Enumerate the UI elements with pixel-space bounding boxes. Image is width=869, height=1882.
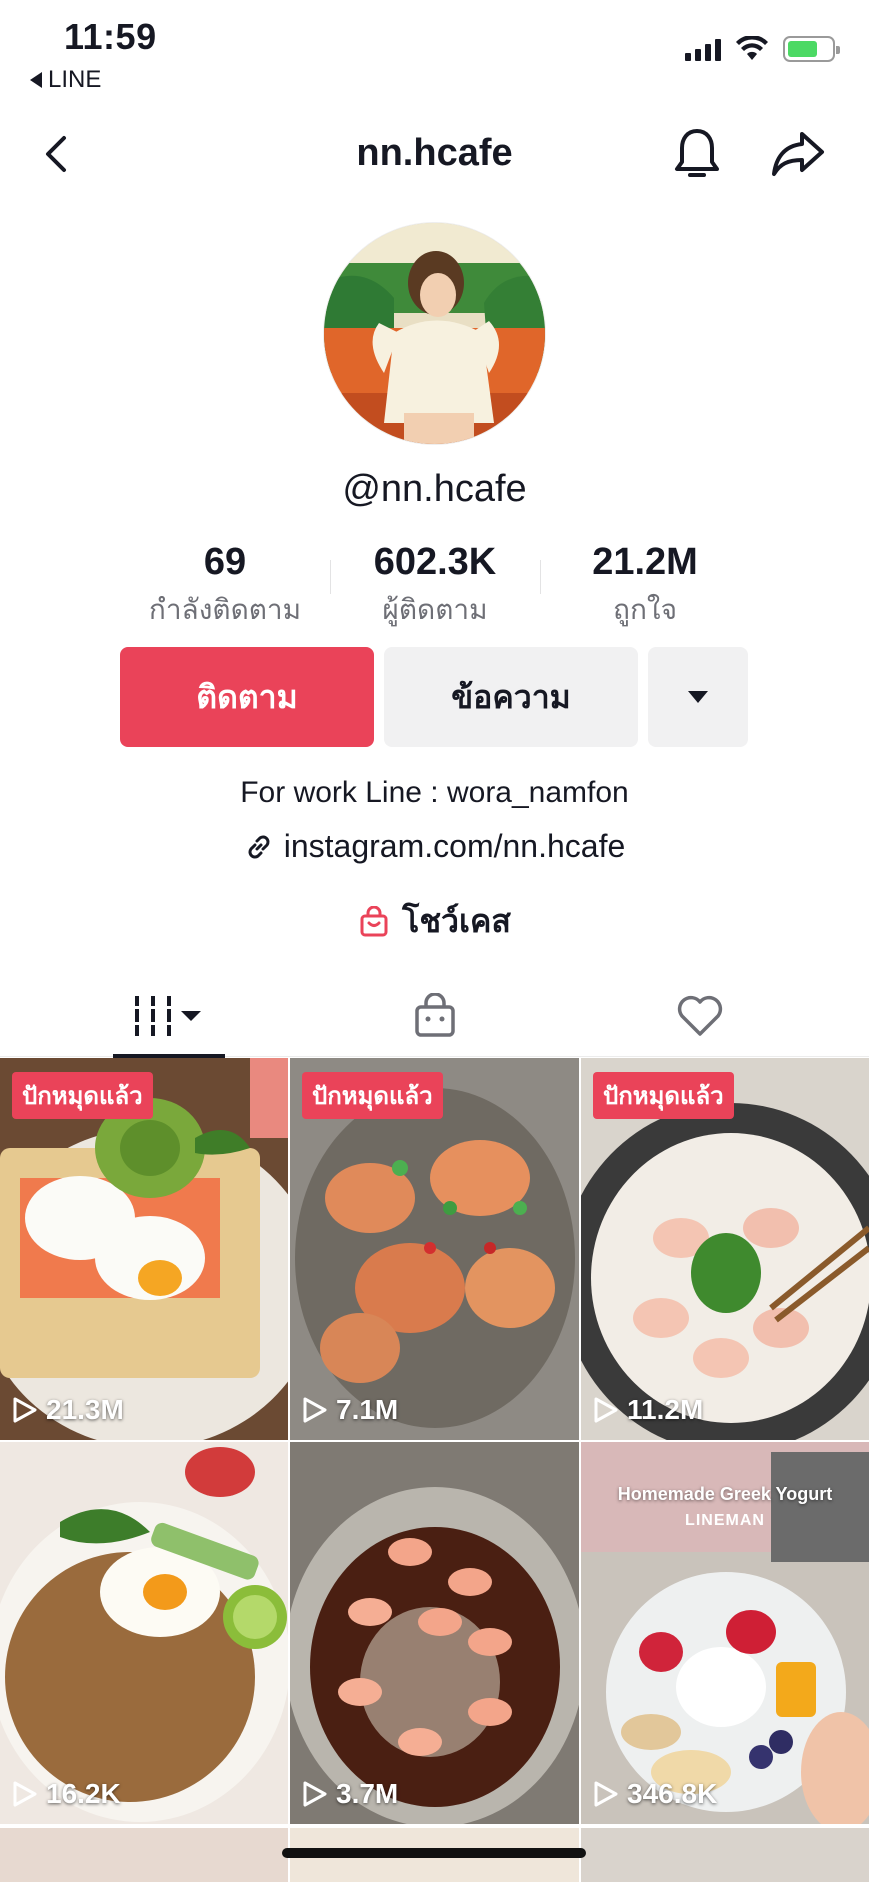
profile-link-text: instagram.com/nn.hcafe: [283, 828, 626, 864]
view-count-text: 7.1M: [336, 1394, 399, 1425]
showcase-label: โชว์เคส: [402, 903, 511, 939]
follow-button[interactable]: ติดตาม: [120, 647, 374, 747]
view-count-text: 11.2M: [627, 1394, 704, 1425]
view-count: 346.8K: [593, 1778, 717, 1810]
video-grid: ปักหมุดแล้ว 21.3M ปักหมุดแล้ว 7.1M ปักหม…: [0, 1058, 869, 1824]
stat-followers-label: ผู้ติดตาม: [382, 593, 488, 625]
thumbnail-image: [290, 1442, 579, 1824]
video-thumbnail[interactable]: [581, 1828, 869, 1882]
back-to-app-link[interactable]: LINE: [30, 66, 101, 94]
profile-stats: 69 กำลังติดตาม 602.3K ผู้ติดตาม 21.2M ถู…: [120, 540, 750, 630]
bell-icon[interactable]: [672, 126, 722, 182]
battery-charging-icon: [783, 36, 840, 62]
profile-nav-bar: nn.hcafe: [0, 110, 869, 200]
avatar[interactable]: [323, 222, 546, 445]
share-arrow-icon[interactable]: [770, 128, 826, 180]
video-thumbnail[interactable]: 3.7M: [290, 1442, 579, 1824]
video-thumbnail[interactable]: [0, 1828, 288, 1882]
pinned-badge: ปักหมุดแล้ว: [12, 1072, 153, 1119]
view-count-text: 346.8K: [627, 1778, 718, 1809]
profile-actions: ติดตาม ข้อความ: [120, 647, 748, 747]
link-icon: [248, 835, 270, 858]
status-bar: 11:59 LINE: [0, 0, 869, 100]
profile-link[interactable]: instagram.com/nn.hcafe: [0, 828, 869, 865]
heart-icon: [677, 995, 723, 1036]
view-count: 3.7M: [302, 1778, 398, 1810]
username-handle: @nn.hcafe: [342, 468, 527, 510]
shopping-bag-icon: [360, 905, 388, 936]
view-count: 16.2K: [12, 1778, 121, 1810]
showcase-link[interactable]: โชว์เคส: [0, 896, 869, 947]
grid-icon: [133, 996, 201, 1036]
play-icon: [594, 1397, 618, 1423]
stat-likes-value: 21.2M: [592, 541, 698, 583]
stat-followers-value: 602.3K: [373, 541, 497, 583]
thumbnail-caption: Homemade Greek Yogurt: [617, 1484, 833, 1504]
status-time: 11:59: [64, 16, 157, 57]
pinned-badge: ปักหมุดแล้ว: [302, 1072, 443, 1119]
tab-shop[interactable]: [395, 975, 475, 1057]
view-count: 11.2M: [593, 1394, 703, 1426]
play-icon: [303, 1781, 327, 1807]
stat-following-label: กำลังติดตาม: [148, 593, 302, 625]
wifi-icon: [736, 36, 768, 60]
play-icon: [13, 1781, 37, 1807]
message-button[interactable]: ข้อความ: [384, 647, 638, 747]
more-options-button[interactable]: [648, 647, 748, 747]
home-indicator[interactable]: [282, 1848, 586, 1858]
thumbnail-image: [0, 1442, 288, 1824]
view-count-text: 3.7M: [336, 1778, 399, 1809]
back-app-label: LINE: [48, 66, 102, 93]
stat-followers[interactable]: 602.3K ผู้ติดตาม: [330, 540, 540, 630]
status-indicators: [685, 36, 840, 62]
page-title: nn.hcafe: [356, 132, 513, 174]
view-count-text: 16.2K: [46, 1778, 121, 1809]
video-thumbnail[interactable]: ปักหมุดแล้ว 21.3M: [0, 1058, 288, 1440]
play-icon: [594, 1781, 618, 1807]
view-count: 21.3M: [12, 1394, 124, 1426]
play-icon: [303, 1397, 327, 1423]
caret-down-icon: [688, 691, 708, 703]
stat-likes-label: ถูกใจ: [613, 593, 677, 625]
view-count: 7.1M: [302, 1394, 398, 1426]
profile-tabs: [0, 975, 869, 1058]
video-thumbnail[interactable]: ปักหมุดแล้ว 11.2M: [581, 1058, 869, 1440]
thumbnail-brand: LINEMAN: [685, 1512, 765, 1529]
play-icon: [13, 1397, 37, 1423]
video-thumbnail[interactable]: Homemade Greek Yogurt LINEMAN 346.8K: [581, 1442, 869, 1824]
stat-likes: 21.2M ถูกใจ: [540, 540, 750, 630]
video-thumbnail[interactable]: ปักหมุดแล้ว 7.1M: [290, 1058, 579, 1440]
cellular-signal-icon: [685, 37, 721, 61]
tab-liked[interactable]: [660, 975, 740, 1057]
shopping-bag-icon: [415, 993, 455, 1037]
view-count-text: 21.3M: [46, 1394, 124, 1425]
profile-bio: For work Line : wora_namfon: [240, 776, 629, 809]
pinned-badge: ปักหมุดแล้ว: [593, 1072, 734, 1119]
stat-following-value: 69: [203, 541, 247, 583]
back-triangle-icon: [30, 72, 42, 88]
video-thumbnail[interactable]: 16.2K: [0, 1442, 288, 1824]
tab-videos[interactable]: [113, 975, 225, 1058]
stat-following[interactable]: 69 กำลังติดตาม: [120, 540, 330, 630]
